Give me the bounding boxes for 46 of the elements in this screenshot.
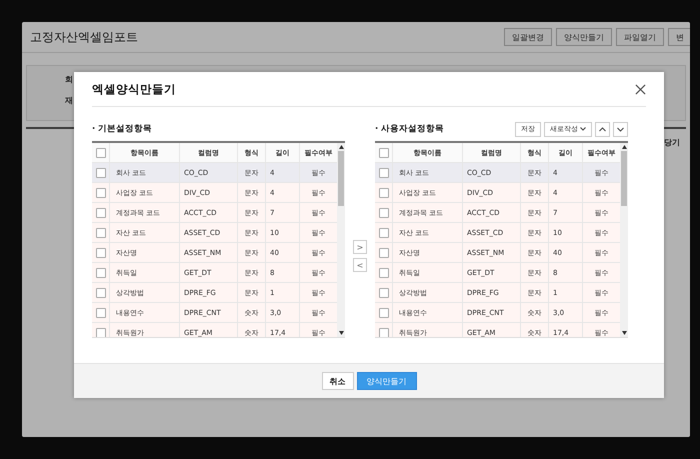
row-checkbox[interactable] bbox=[96, 268, 106, 278]
scrollbar[interactable] bbox=[620, 143, 628, 337]
row-checkbox[interactable] bbox=[378, 168, 388, 178]
page-title: 고정자산엑셀임포트 bbox=[30, 28, 138, 46]
toolbar-button[interactable]: 양식만들기 bbox=[556, 28, 612, 46]
row-checkbox[interactable] bbox=[378, 188, 388, 198]
row-checkbox[interactable] bbox=[378, 288, 388, 298]
close-icon[interactable] bbox=[635, 84, 646, 94]
row-checkbox[interactable] bbox=[378, 308, 388, 318]
field-label: 회 bbox=[65, 74, 74, 85]
dialog-title: 엑셀양식만들기 bbox=[92, 82, 176, 96]
row-checkbox[interactable] bbox=[96, 328, 106, 337]
row-checkbox[interactable] bbox=[96, 308, 106, 318]
caret-down-icon bbox=[580, 127, 586, 131]
row-checkbox[interactable] bbox=[378, 228, 388, 238]
move-button[interactable]: < bbox=[353, 258, 367, 272]
column-header: 당기 bbox=[664, 137, 680, 149]
select-all-checkbox[interactable] bbox=[378, 148, 388, 158]
row-checkbox[interactable] bbox=[96, 248, 106, 258]
section-title: · 기본설정항목 bbox=[92, 123, 152, 135]
scroll-down-icon[interactable] bbox=[622, 331, 626, 335]
scrollbar[interactable] bbox=[337, 143, 345, 337]
section-title: · 사용자설정항목 bbox=[375, 123, 444, 135]
chevron-down-icon bbox=[617, 126, 624, 132]
scroll-down-icon[interactable] bbox=[338, 331, 344, 335]
row-checkbox[interactable] bbox=[378, 328, 388, 337]
row-checkbox[interactable] bbox=[378, 248, 388, 258]
scroll-up-icon[interactable] bbox=[338, 145, 344, 149]
row-checkbox[interactable] bbox=[378, 268, 388, 278]
cancel-button[interactable]: 취소 bbox=[322, 372, 354, 390]
scroll-up-icon[interactable] bbox=[622, 145, 626, 149]
toolbar-button[interactable]: 일괄변경 bbox=[504, 28, 552, 46]
move-up-button[interactable] bbox=[595, 122, 610, 136]
row-checkbox[interactable] bbox=[96, 228, 106, 238]
row-checkbox[interactable] bbox=[96, 188, 106, 198]
toolbar-button[interactable]: 변 bbox=[668, 28, 690, 46]
toolbar-button[interactable]: 파일열기 bbox=[616, 28, 664, 46]
chevron-up-icon bbox=[599, 126, 606, 132]
row-checkbox[interactable] bbox=[96, 208, 106, 218]
field-label: 재 bbox=[65, 95, 74, 106]
row-checkbox[interactable] bbox=[96, 288, 106, 298]
move-button[interactable]: > bbox=[353, 240, 367, 254]
row-checkbox[interactable] bbox=[378, 208, 388, 218]
move-down-button[interactable] bbox=[613, 122, 628, 136]
row-checkbox[interactable] bbox=[96, 168, 106, 178]
select-all-checkbox[interactable] bbox=[96, 148, 106, 158]
